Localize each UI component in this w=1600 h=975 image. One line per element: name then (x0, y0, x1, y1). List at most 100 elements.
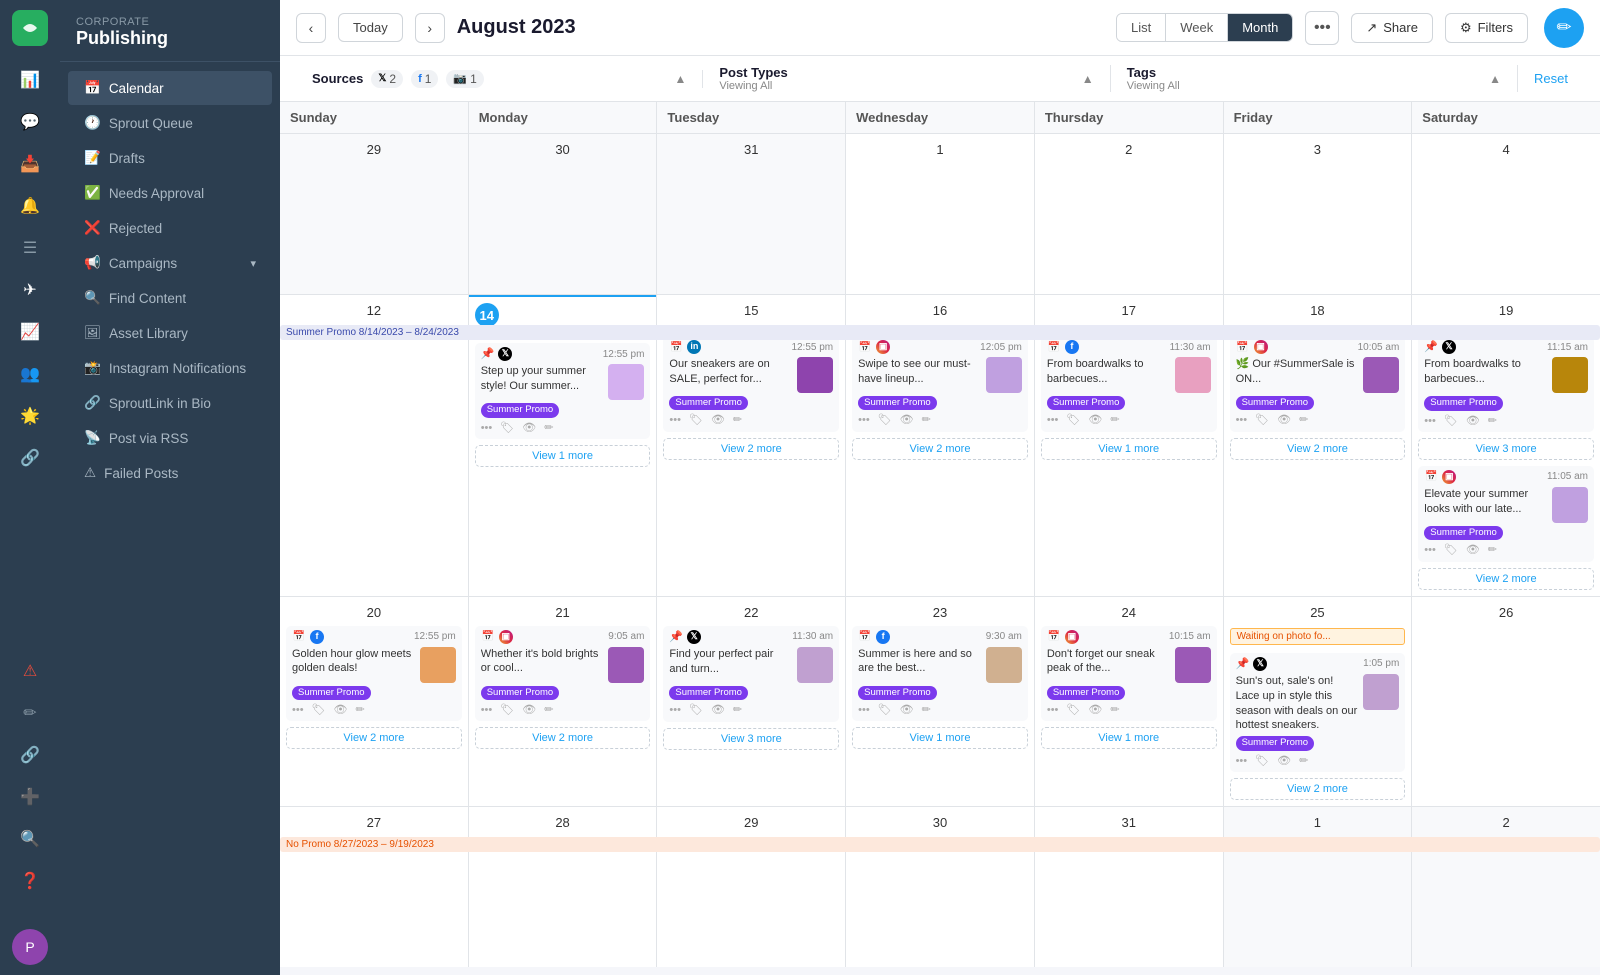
nav-icon-reviews[interactable]: 🌟 (12, 398, 48, 434)
edit-icon[interactable]: ✏ (544, 421, 553, 435)
month-view-button[interactable]: Month (1227, 14, 1292, 41)
tag-icon[interactable]: 🏷 (1066, 413, 1080, 427)
edit-icon[interactable]: ✏ (1299, 413, 1308, 427)
eye-icon[interactable]: 👁 (1277, 754, 1291, 768)
tag-icon[interactable]: 🏷 (689, 413, 703, 427)
view-more-button[interactable]: View 3 more (663, 728, 839, 750)
sidebar-item-failed-posts[interactable]: ⚠ Failed Posts (68, 456, 272, 490)
eye-icon[interactable]: 👁 (1088, 413, 1102, 427)
sources-toggle[interactable]: ▲ (674, 72, 686, 86)
view-more-button[interactable]: View 1 more (852, 727, 1028, 749)
more-icon[interactable]: ••• (1424, 543, 1436, 557)
sidebar-item-post-via-rss[interactable]: 📡 Post via RSS (68, 421, 272, 455)
post-card[interactable]: 📅 ▣ 10:15 am Don't forget our sneak peak… (1041, 626, 1217, 722)
more-icon[interactable]: ••• (292, 703, 304, 717)
tag-icon[interactable]: 🏷 (878, 703, 892, 717)
sidebar-item-sproutlink[interactable]: 🔗 SproutLink in Bio (68, 386, 272, 420)
eye-icon[interactable]: 👁 (1466, 543, 1480, 557)
today-button[interactable]: Today (338, 13, 403, 42)
instagram-badge[interactable]: 📷 1 (446, 70, 483, 88)
sidebar-item-instagram-notifications[interactable]: 📸 Instagram Notifications (68, 351, 272, 385)
tags-toggle[interactable]: ▲ (1489, 72, 1501, 86)
prev-month-button[interactable]: ‹ (296, 13, 326, 43)
edit-icon[interactable]: ✏ (922, 413, 931, 427)
nav-icon-plus[interactable]: ➕ (12, 779, 48, 815)
view-more-button[interactable]: View 2 more (286, 727, 462, 749)
eye-icon[interactable]: 👁 (334, 703, 348, 717)
tag-icon[interactable]: 🏷 (500, 703, 514, 717)
edit-icon[interactable]: ✏ (356, 703, 365, 717)
view-more-button[interactable]: View 2 more (1230, 438, 1406, 460)
more-icon[interactable]: ••• (481, 421, 493, 435)
view-more-button[interactable]: View 1 more (475, 445, 651, 467)
more-icon[interactable]: ••• (669, 413, 681, 427)
view-more-button[interactable]: View 2 more (663, 438, 839, 460)
nav-icon-chain[interactable]: 🔗 (12, 737, 48, 773)
nav-icon-pen[interactable]: ✏ (12, 695, 48, 731)
tag-icon[interactable]: 🏷 (1255, 754, 1269, 768)
eye-icon[interactable]: 👁 (522, 703, 536, 717)
eye-icon[interactable]: 👁 (1466, 414, 1480, 428)
nav-icon-tasks[interactable]: ☰ (12, 230, 48, 266)
edit-icon[interactable]: ✏ (1488, 543, 1497, 557)
twitter-badge[interactable]: 𝕏 2 (371, 70, 403, 88)
post-card[interactable]: 📌 𝕏 1:05 pm Sun's out, sale's on! Lace u… (1230, 653, 1406, 772)
sidebar-item-campaigns[interactable]: 📢 Campaigns ▾ (68, 246, 272, 280)
filters-button[interactable]: ⚙ Filters (1445, 13, 1528, 43)
more-icon[interactable]: ••• (1047, 703, 1059, 717)
tag-icon[interactable]: 🏷 (689, 703, 703, 717)
week-view-button[interactable]: Week (1165, 14, 1227, 41)
eye-icon[interactable]: 👁 (900, 703, 914, 717)
more-options-button[interactable]: ••• (1305, 11, 1339, 45)
view-more-button[interactable]: View 2 more (852, 438, 1028, 460)
more-icon[interactable]: ••• (1047, 413, 1059, 427)
post-card[interactable]: 📅 f 12:55 pm Golden hour glow meets gold… (286, 626, 462, 722)
view-more-button-2[interactable]: View 2 more (1418, 568, 1594, 590)
more-icon[interactable]: ••• (1424, 414, 1436, 428)
post-card[interactable]: 📅 ▣ 10:05 am 🌿 Our #SummerSale is ON... … (1230, 336, 1406, 432)
facebook-badge[interactable]: f 1 (411, 70, 438, 88)
post-card[interactable]: 📌 𝕏 11:15 am From boardwalks to barbecue… (1418, 336, 1594, 432)
eye-icon[interactable]: 👁 (900, 413, 914, 427)
post-card-2[interactable]: 📅 ▣ 11:05 am Elevate your summer looks w… (1418, 466, 1594, 562)
edit-icon[interactable]: ✏ (1488, 414, 1497, 428)
tag-icon[interactable]: 🏷 (500, 421, 514, 435)
eye-icon[interactable]: 👁 (711, 413, 725, 427)
waiting-on-photo-bar[interactable]: Waiting on photo fo... (1230, 628, 1406, 645)
view-more-button[interactable]: View 2 more (1230, 778, 1406, 800)
edit-icon[interactable]: ✏ (1110, 703, 1119, 717)
user-avatar[interactable]: P (12, 929, 48, 965)
tag-icon[interactable]: 🏷 (878, 413, 892, 427)
sidebar-item-calendar[interactable]: 📅 Calendar (68, 71, 272, 105)
view-more-button[interactable]: View 3 more (1418, 438, 1594, 460)
edit-icon[interactable]: ✏ (733, 703, 742, 717)
eye-icon[interactable]: 👁 (522, 421, 536, 435)
eye-icon[interactable]: 👁 (1277, 413, 1291, 427)
list-view-button[interactable]: List (1117, 14, 1165, 41)
edit-icon[interactable]: ✏ (922, 703, 931, 717)
more-icon[interactable]: ••• (1236, 754, 1248, 768)
tag-icon[interactable]: 🏷 (1066, 703, 1080, 717)
edit-icon[interactable]: ✏ (1299, 754, 1308, 768)
more-icon[interactable]: ••• (481, 703, 493, 717)
eye-icon[interactable]: 👁 (711, 703, 725, 717)
next-month-button[interactable]: › (415, 13, 445, 43)
tag-icon[interactable]: 🏷 (1444, 414, 1458, 428)
sidebar-item-rejected[interactable]: ❌ Rejected (68, 211, 272, 245)
more-icon[interactable]: ••• (858, 413, 870, 427)
tag-icon[interactable]: 🏷 (1255, 413, 1269, 427)
more-icon[interactable]: ••• (669, 703, 681, 717)
nav-icon-search[interactable]: 🔍 (12, 821, 48, 857)
nav-icon-messages[interactable]: 💬 (12, 104, 48, 140)
sidebar-item-sprout-queue[interactable]: 🕐 Sprout Queue (68, 106, 272, 140)
post-types-toggle[interactable]: ▲ (1082, 72, 1094, 86)
reset-link[interactable]: Reset (1534, 71, 1568, 86)
post-card[interactable]: 📅 ▣ 12:05 pm Swipe to see our must-have … (852, 336, 1028, 432)
tag-icon[interactable]: 🏷 (312, 703, 326, 717)
nav-icon-help[interactable]: ❓ (12, 863, 48, 899)
view-more-button[interactable]: View 1 more (1041, 438, 1217, 460)
post-card[interactable]: 📌 𝕏 11:30 am Find your perfect pair and … (663, 626, 839, 722)
nav-icon-link[interactable]: 🔗 (12, 440, 48, 476)
nav-icon-inbox[interactable]: 📥 (12, 146, 48, 182)
more-icon[interactable]: ••• (1236, 413, 1248, 427)
